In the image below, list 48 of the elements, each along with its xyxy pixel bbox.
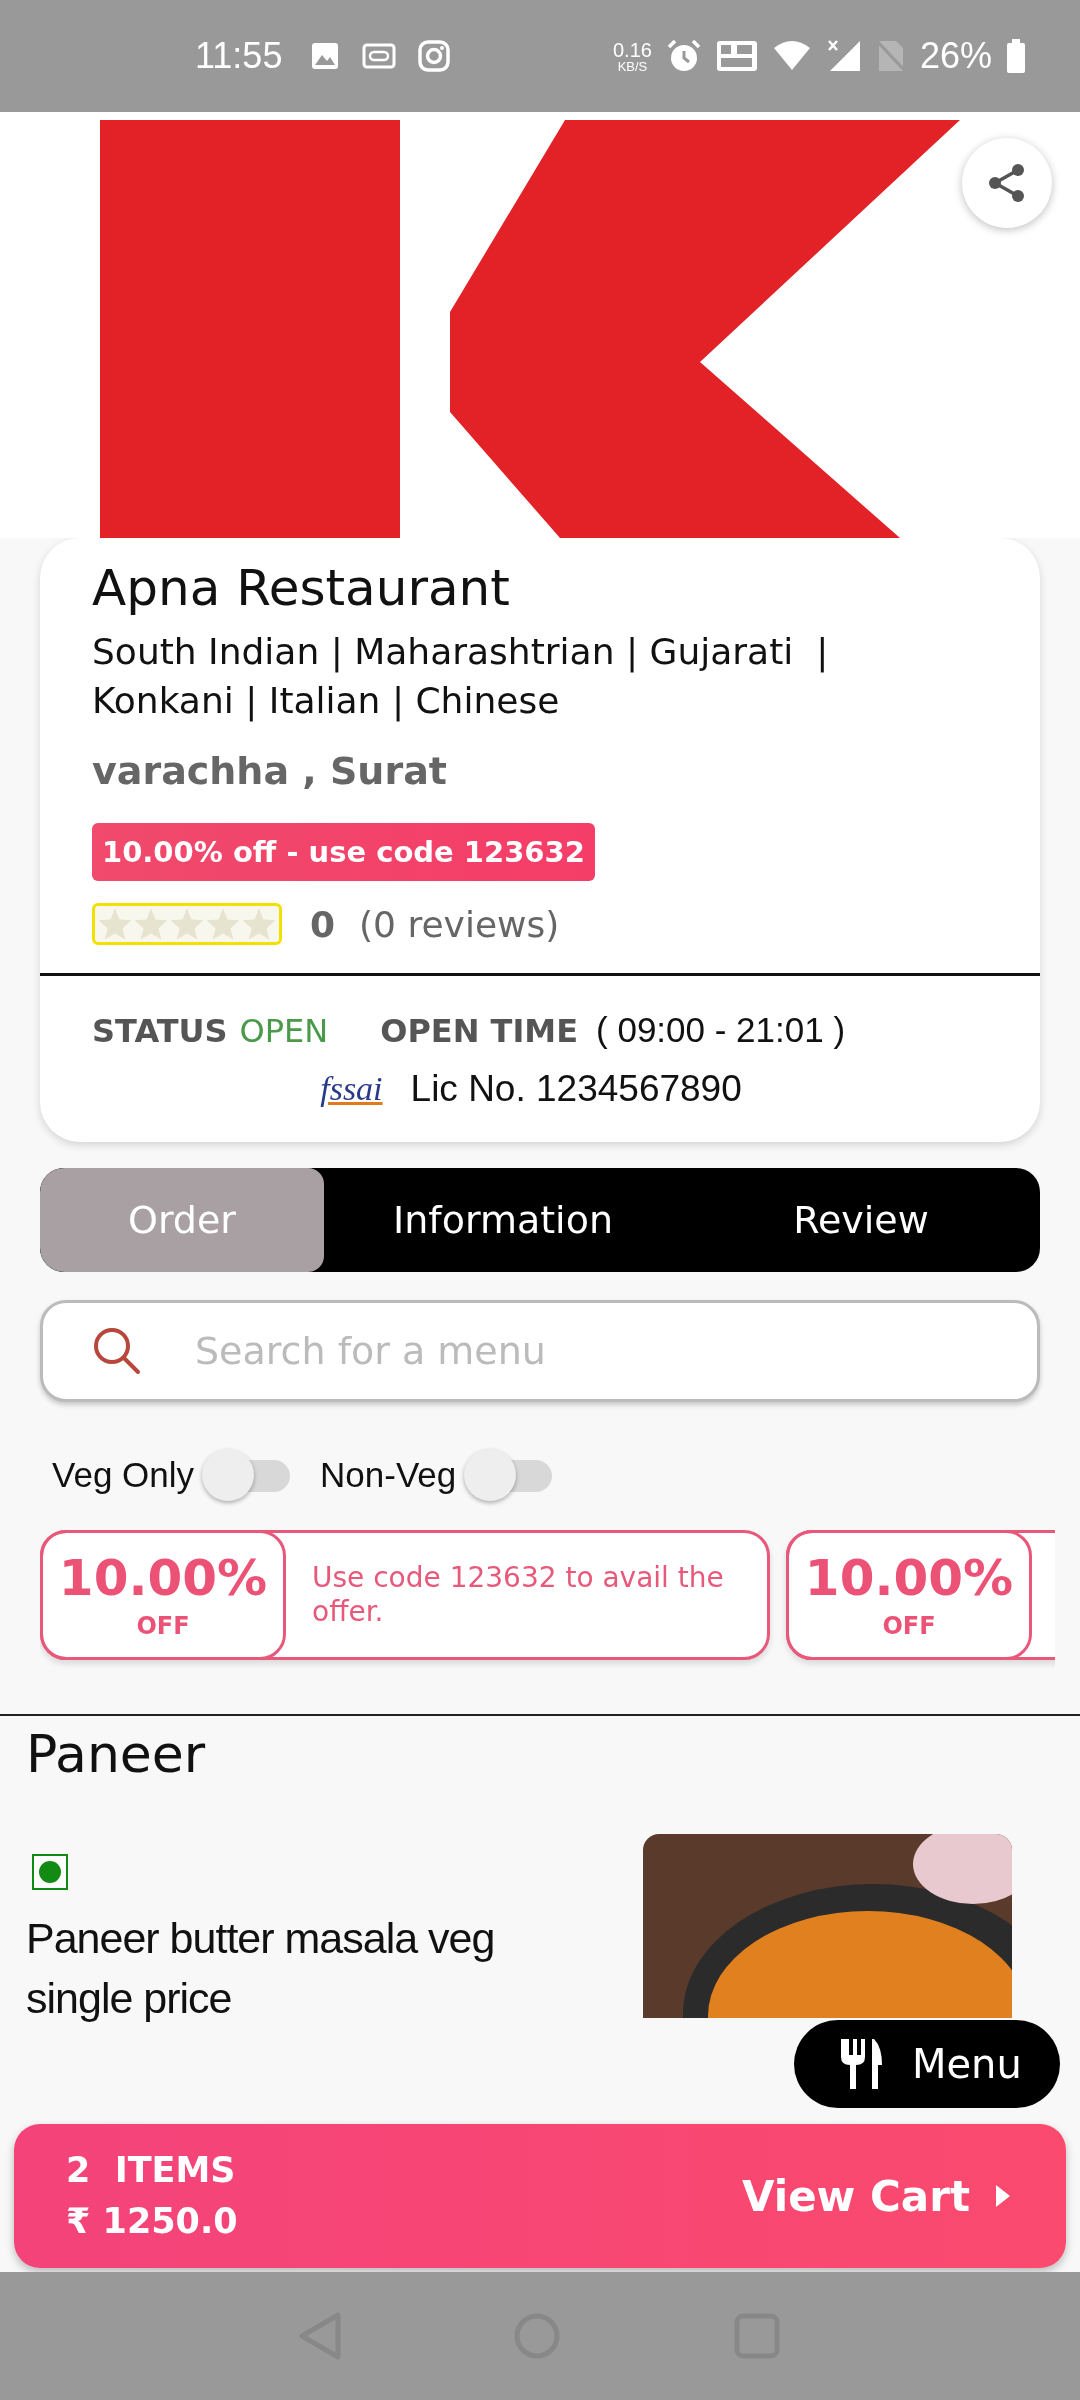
caret-icon [994,2183,1012,2209]
restaurant-name: Apna Restaurant [92,558,511,618]
food-photo[interactable] [643,1834,1012,2019]
tab[interactable]: Information [324,1168,682,1273]
fssai-logo: fssai [320,1070,383,1109]
cart-total: ₹ 1250.0 [66,2200,238,2243]
battery-icon [1006,39,1026,73]
star-icon [169,907,205,942]
open-time: ( 09:00 - 21:01 ) [596,1010,846,1051]
offer-description: Use code 123632 to avail the offer. [312,1561,725,1629]
cuisine-list: South Indian | Maharashtrian | Gujarati | Konkani | Italian | Chinese [92,628,942,726]
status-label: STATUS [92,1012,228,1051]
license-number: Lic No. 1234567890 [410,1068,742,1111]
clock-time: 11:55 [195,35,283,77]
review-count: (0 reviews) [359,903,560,945]
star-icon [97,907,133,942]
battery-level: 26% [919,35,992,77]
discount-percent: 10.00% [804,1550,1014,1606]
category-title: Paneer [26,1724,207,1785]
star-icon [133,907,169,942]
discount-off: OFF [136,1611,190,1640]
camera-app-icon [418,40,451,72]
network-speed: 0.16 [613,39,652,60]
cart-bar[interactable]: 2 ITEMS ₹ 1250.0 View Cart [14,2124,1066,2268]
wifi-icon [771,40,812,72]
open-time-label: OPEN TIME [380,1012,579,1051]
rating-value: 0 [310,903,336,945]
filter-label: Non-Veg [320,1455,457,1496]
tab[interactable]: Review [682,1168,1040,1273]
share-button[interactable] [962,138,1052,228]
menu-button[interactable]: Menu [794,2020,1060,2108]
cutlery-icon [838,2037,884,2091]
star-icon [205,907,241,942]
discount-percent: 10.00% [58,1550,268,1606]
search-field[interactable]: Search for a menu [40,1300,1040,1403]
restaurant-location: varachha , Surat [92,749,448,794]
image-icon [310,41,341,71]
item-name[interactable]: Paneer butter masala veg single price [26,1908,586,2029]
speed-unit: KB/S [617,59,648,73]
offer-badge: 10.00% off - use code 123632 [92,823,595,882]
cassette-icon [362,43,397,69]
cart-item-count: 2 ITEMS [66,2149,237,2193]
discount-off: OFF [882,1611,936,1640]
alarm-icon [665,39,702,73]
filter-label: Veg Only [52,1455,195,1496]
star-icon [241,907,277,942]
signal-icon [825,39,862,73]
status-value: OPEN [239,1012,329,1051]
